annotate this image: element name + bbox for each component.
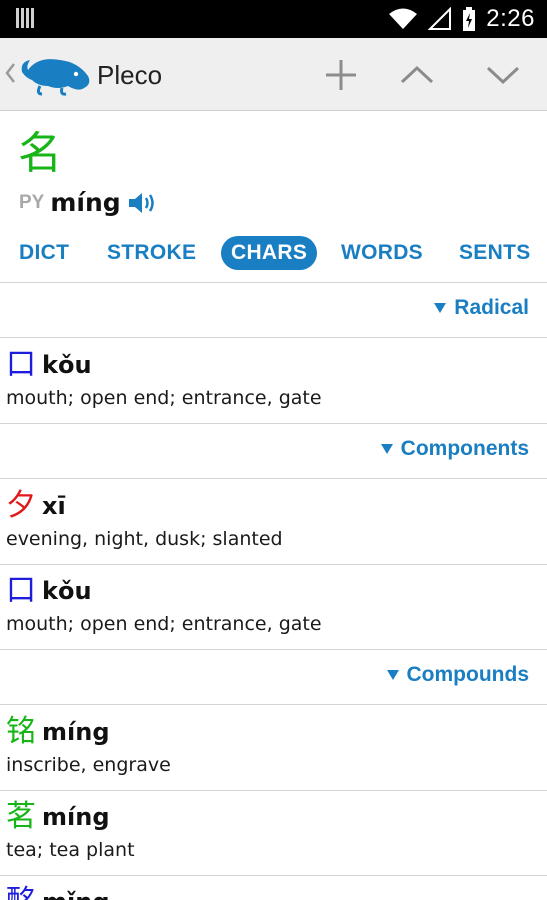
divider xyxy=(0,875,547,876)
entry-definition: inscribe, engrave xyxy=(6,754,171,776)
chevron-up-icon[interactable] xyxy=(398,56,436,94)
entry-definition: evening, night, dusk; slanted xyxy=(6,528,283,550)
list-item[interactable]: 口 kǒu mouth; open end; entrance, gate xyxy=(0,345,547,423)
collapse-triangle-icon xyxy=(380,444,393,454)
pinyin-row: PY míng xyxy=(19,188,157,217)
list-item[interactable]: 口 kǒu mouth; open end; entrance, gate xyxy=(0,571,547,649)
divider xyxy=(0,478,547,479)
status-bar: 2:26 xyxy=(0,0,547,38)
section-header-components[interactable]: Components xyxy=(380,437,529,461)
section-label: Compounds xyxy=(406,663,529,686)
list-item[interactable]: 茗 míng tea; tea plant xyxy=(0,797,547,875)
headword-pinyin: míng xyxy=(50,188,121,217)
list-item[interactable]: 夕 xī evening, night, dusk; slanted xyxy=(0,486,547,564)
section-header-radical[interactable]: Radical xyxy=(434,296,529,320)
section-label: Radical xyxy=(454,296,529,319)
list-item[interactable]: 酩 mǐng xyxy=(0,882,547,900)
entry-definition: tea; tea plant xyxy=(6,839,135,861)
entry-definition: mouth; open end; entrance, gate xyxy=(6,613,322,635)
status-time: 2:26 xyxy=(486,5,535,32)
entry-pinyin: míng xyxy=(42,718,110,746)
entry-definition: mouth; open end; entrance, gate xyxy=(6,387,322,409)
entry-pinyin: mǐng xyxy=(42,888,110,900)
tab-words[interactable]: WORDS xyxy=(341,236,423,270)
add-icon[interactable] xyxy=(322,56,360,94)
entry-character: 酩 xyxy=(6,882,36,900)
entry-character: 夕 xyxy=(6,488,36,523)
collapse-triangle-icon xyxy=(434,303,447,313)
entry-character: 铭 xyxy=(6,714,36,749)
list-item[interactable]: 铭 míng inscribe, engrave xyxy=(0,712,547,790)
wifi-icon xyxy=(389,8,418,29)
entry-character: 口 xyxy=(6,347,36,382)
tab-stroke[interactable]: STROKE xyxy=(107,236,196,270)
pleco-logo-icon[interactable] xyxy=(18,52,94,96)
tab-sents[interactable]: SENTS xyxy=(459,236,531,270)
divider xyxy=(0,423,547,424)
entry-pinyin: xī xyxy=(42,492,66,520)
tab-chars[interactable]: CHARS xyxy=(221,236,318,270)
divider xyxy=(0,564,547,565)
entry-pinyin: míng xyxy=(42,803,110,831)
entry-character: 口 xyxy=(6,573,36,608)
entry-character: 茗 xyxy=(6,799,36,834)
section-header-compounds[interactable]: Compounds xyxy=(386,663,529,687)
notification-icon xyxy=(16,8,38,30)
divider xyxy=(0,649,547,650)
chevron-down-icon[interactable] xyxy=(484,56,522,94)
battery-icon xyxy=(463,7,476,31)
divider xyxy=(0,790,547,791)
headword-character: 名 xyxy=(18,128,62,179)
back-chevron-icon[interactable] xyxy=(4,62,16,84)
divider xyxy=(0,337,547,338)
signal-icon xyxy=(428,7,452,30)
tab-dict[interactable]: DICT xyxy=(19,236,69,270)
py-label: PY xyxy=(19,191,45,213)
section-label: Components xyxy=(400,437,529,460)
entry-pinyin: kǒu xyxy=(42,351,92,379)
app-toolbar: Pleco xyxy=(0,38,547,111)
tab-bar: DICT STROKE CHARS WORDS SENTS xyxy=(0,236,547,272)
divider xyxy=(0,704,547,705)
divider xyxy=(0,282,547,283)
app-title: Pleco xyxy=(97,60,163,90)
entry-pinyin: kǒu xyxy=(42,577,92,605)
speaker-icon[interactable] xyxy=(127,190,157,216)
collapse-triangle-icon xyxy=(386,670,399,680)
